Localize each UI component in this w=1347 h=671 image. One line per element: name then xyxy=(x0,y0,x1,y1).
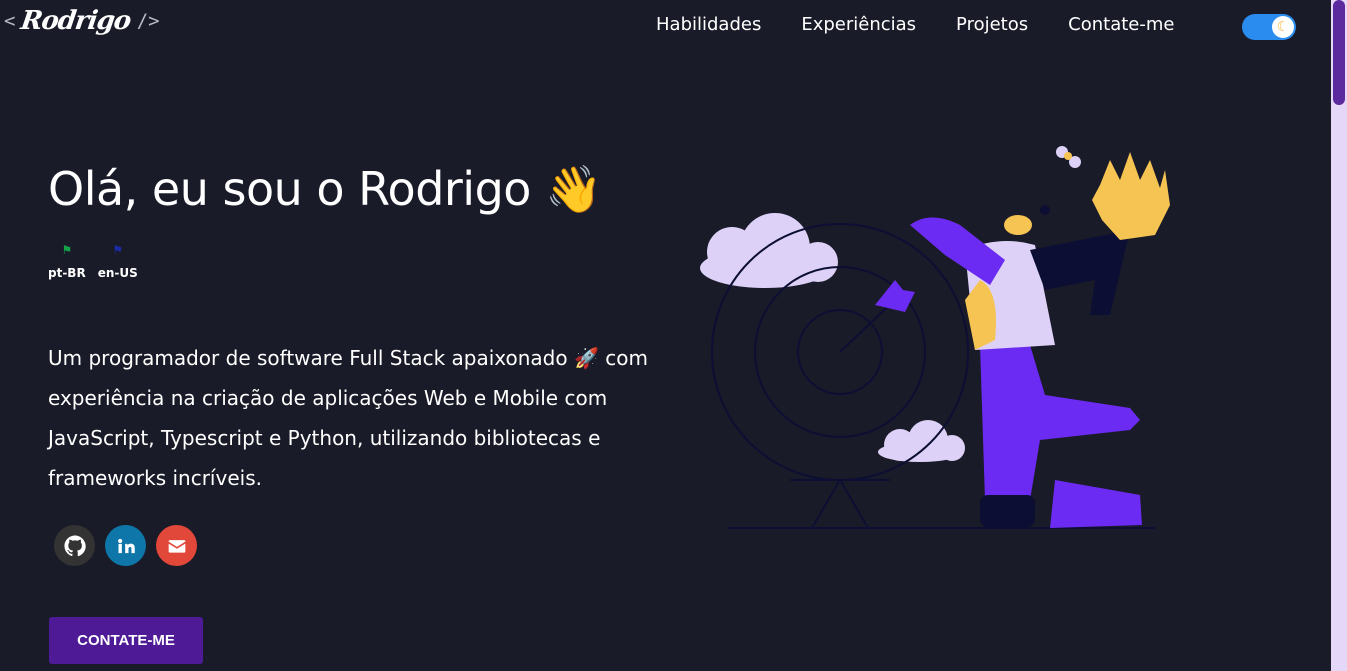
nav-item-habilidades[interactable]: Habilidades xyxy=(656,14,761,35)
flag-icon: ⚑ xyxy=(112,243,124,257)
cloud-large xyxy=(700,213,838,288)
moon-icon: ☾ xyxy=(1272,16,1294,38)
logo-close-bracket: /> xyxy=(136,10,160,32)
lang-option-en-us[interactable]: ⚑ en-US xyxy=(98,244,138,280)
lang-code: en-US xyxy=(97,266,138,280)
lang-option-pt-br[interactable]: ⚑ pt-BR xyxy=(48,244,86,280)
language-switcher: ⚑ pt-BR ⚑ en-US xyxy=(48,244,138,280)
hero-illustration xyxy=(700,146,1170,529)
nav-item-projetos[interactable]: Projetos xyxy=(956,14,1028,35)
email-icon xyxy=(168,539,185,553)
social-links xyxy=(54,525,197,566)
linkedin-button[interactable] xyxy=(105,525,146,566)
dart xyxy=(875,280,915,312)
hero-title: Olá, eu sou o Rodrigo 👋 xyxy=(48,162,602,216)
contact-cta-button[interactable]: CONTATE-ME xyxy=(49,617,203,664)
linkedin-icon xyxy=(117,538,135,553)
site-logo[interactable]: < Rodrigo /> xyxy=(4,6,160,36)
github-button[interactable] xyxy=(54,525,95,566)
email-button[interactable] xyxy=(156,525,197,566)
nav-item-experiencias[interactable]: Experiências xyxy=(801,14,916,35)
scrollbar[interactable] xyxy=(1331,0,1347,671)
main-nav: Habilidades Experiências Projetos Contat… xyxy=(656,14,1174,35)
github-icon xyxy=(63,534,86,556)
logo-name: Rodrigo xyxy=(19,6,133,36)
cloud-small xyxy=(878,420,965,462)
hero-description: Um programador de software Full Stack ap… xyxy=(48,346,648,490)
theme-toggle[interactable]: ☾ xyxy=(1242,14,1296,40)
logo-open-bracket: < xyxy=(4,10,16,32)
flag-icon: ⚑ xyxy=(61,243,73,257)
nav-item-contate-me[interactable]: Contate-me xyxy=(1068,14,1174,35)
scrollbar-thumb[interactable] xyxy=(1333,0,1345,105)
lang-code: pt-BR xyxy=(48,266,86,280)
